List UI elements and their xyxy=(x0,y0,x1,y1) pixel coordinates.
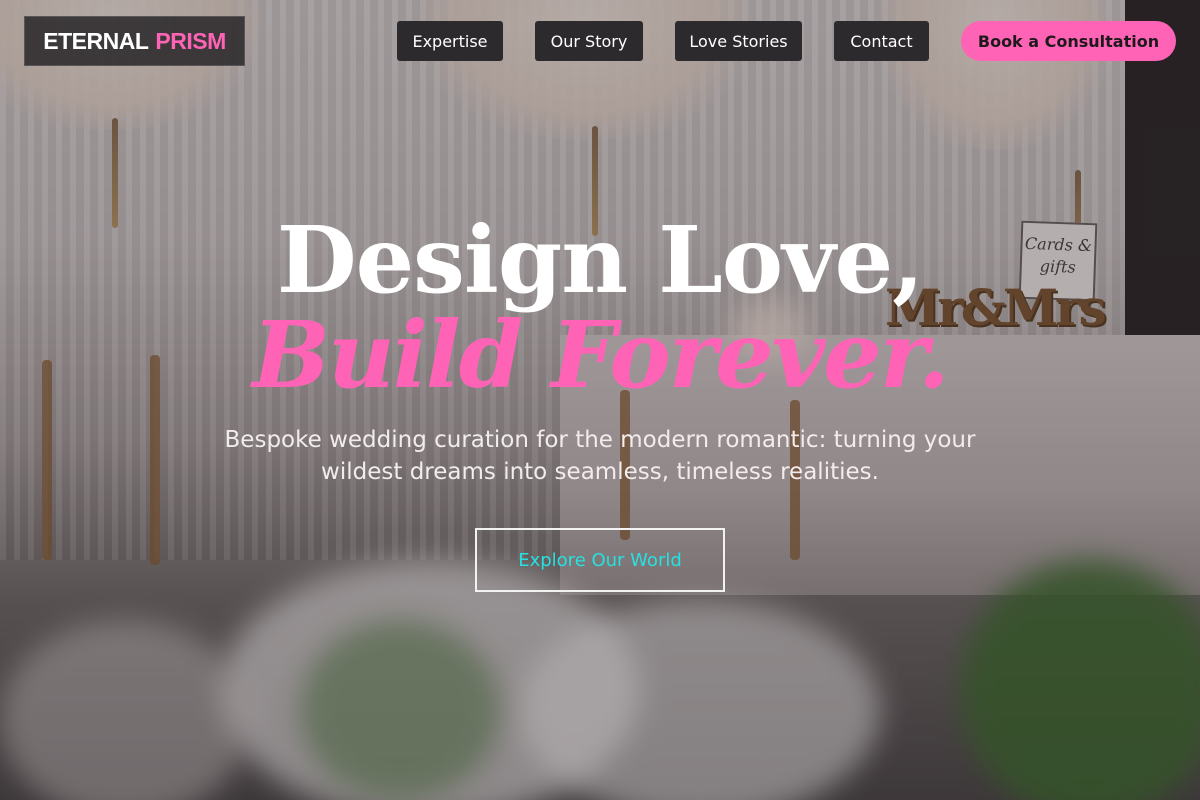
brand-logo[interactable]: ETERNAL PRISM xyxy=(24,16,245,66)
nav-item-expertise[interactable]: Expertise xyxy=(397,21,503,61)
book-consultation-button[interactable]: Book a Consultation xyxy=(961,21,1176,61)
explore-our-world-button[interactable]: Explore Our World xyxy=(475,528,725,592)
brand-name-part1: ETERNAL xyxy=(43,27,149,54)
nav-item-contact[interactable]: Contact xyxy=(834,21,929,61)
nav-item-love-stories[interactable]: Love Stories xyxy=(675,21,802,61)
brand-name-part2: PRISM xyxy=(155,27,226,54)
hero-title-line1: Design Love, xyxy=(276,206,924,314)
nav-item-our-story[interactable]: Our Story xyxy=(535,21,643,61)
hero-subtitle: Bespoke wedding curation for the modern … xyxy=(224,427,976,485)
hero-title-line2: Build Forever. xyxy=(252,301,950,409)
